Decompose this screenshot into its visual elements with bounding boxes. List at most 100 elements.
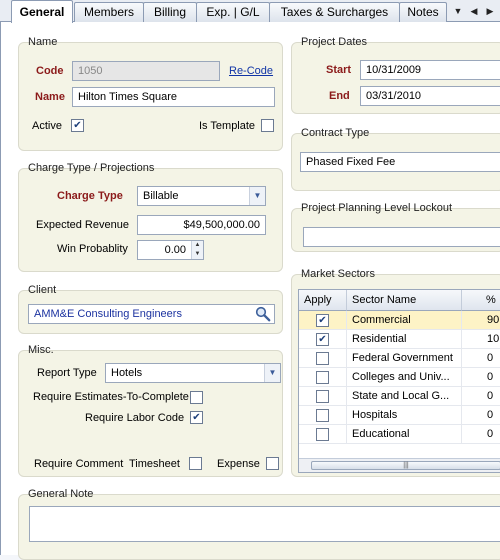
sector-percent[interactable]: 0 xyxy=(462,406,500,425)
tab-billing[interactable]: Billing xyxy=(143,2,197,22)
charge-type-select[interactable]: Billable ▼ xyxy=(137,186,266,206)
apply-checkbox[interactable]: ✔ xyxy=(316,314,329,327)
search-icon[interactable] xyxy=(255,306,271,322)
sector-percent[interactable]: 0 xyxy=(462,387,500,406)
sector-percent[interactable]: 0 xyxy=(462,425,500,444)
chevron-down-icon[interactable]: ▼ xyxy=(264,364,280,382)
table-row[interactable]: Hospitals 0 xyxy=(299,406,500,425)
sector-percent[interactable]: 0 xyxy=(462,368,500,387)
stepper-arrows-icon[interactable]: ▲ ▼ xyxy=(191,241,203,259)
is-template-checkbox[interactable] xyxy=(261,119,274,132)
name-field[interactable]: Hilton Times Square xyxy=(72,87,275,107)
general-note-group: General Note xyxy=(18,488,500,560)
charge-type-group-title: Charge Type / Projections xyxy=(28,162,155,174)
timesheet-label: Timesheet xyxy=(129,458,180,470)
misc-group-title: Misc. xyxy=(28,344,54,356)
chevron-down-icon[interactable]: ▼ xyxy=(249,187,265,205)
start-date-label: Start xyxy=(326,64,352,76)
report-type-select[interactable]: Hotels ▼ xyxy=(105,363,281,383)
start-date-field[interactable]: 10/31/2009 xyxy=(360,60,500,80)
timesheet-checkbox[interactable] xyxy=(189,457,202,470)
tab-taxes-surcharges[interactable]: Taxes & Surcharges xyxy=(269,2,400,22)
sector-name: Residential xyxy=(347,330,462,349)
chevron-right-icon[interactable]: ▶ xyxy=(483,3,497,19)
apply-checkbox[interactable] xyxy=(316,390,329,403)
apply-checkbox[interactable] xyxy=(316,428,329,441)
expected-revenue-field[interactable]: $49,500,000.00 xyxy=(137,215,266,235)
tab-notes[interactable]: Notes xyxy=(399,2,447,22)
contract-type-title: Contract Type xyxy=(301,127,370,139)
sector-percent[interactable]: 0 xyxy=(462,349,500,368)
market-sectors-group: Market Sectors Apply Sector Name % ✔ Com… xyxy=(291,268,500,477)
tab-general[interactable]: General xyxy=(11,0,73,23)
chevron-left-icon[interactable]: ◀ xyxy=(467,3,481,19)
sector-percent[interactable]: 90 xyxy=(462,311,500,330)
sector-percent[interactable]: 10 xyxy=(462,330,500,349)
column-header-apply[interactable]: Apply xyxy=(299,290,347,311)
require-estimates-checkbox[interactable] xyxy=(190,391,203,404)
active-label: Active xyxy=(32,120,62,132)
table-row[interactable]: ✔ Commercial 90 xyxy=(299,311,500,330)
market-sectors-title: Market Sectors xyxy=(301,268,375,280)
apply-checkbox[interactable] xyxy=(316,352,329,365)
active-checkbox[interactable]: ✔ xyxy=(71,119,84,132)
apply-checkbox[interactable] xyxy=(316,371,329,384)
expense-checkbox[interactable] xyxy=(266,457,279,470)
column-header-sector-name[interactable]: Sector Name xyxy=(347,290,462,311)
name-group-title: Name xyxy=(28,36,58,48)
code-field: 1050 xyxy=(72,61,220,81)
apply-checkbox[interactable]: ✔ xyxy=(316,333,329,346)
tab-members[interactable]: Members xyxy=(74,2,144,22)
code-label: Code xyxy=(36,65,64,77)
sector-name: Colleges and Univ... xyxy=(347,368,462,387)
recode-link[interactable]: Re-Code xyxy=(229,65,273,77)
sector-name: Hospitals xyxy=(347,406,462,425)
market-sectors-grid: Apply Sector Name % ✔ Commercial 90 ✔ Re… xyxy=(298,289,500,473)
horizontal-scrollbar[interactable]: ||| xyxy=(299,458,500,472)
require-comment-label: Require Comment xyxy=(34,458,124,470)
name-label: Name xyxy=(35,91,65,103)
require-labor-code-label: Require Labor Code xyxy=(85,412,185,424)
win-probability-stepper[interactable]: 0.00 ▲ ▼ xyxy=(137,240,204,260)
misc-group: Misc. Report Type Hotels ▼ Require Estim… xyxy=(18,344,283,477)
charge-type-group: Charge Type / Projections Charge Type Bi… xyxy=(18,162,283,272)
sector-name: State and Local G... xyxy=(347,387,462,406)
table-row[interactable]: ✔ Residential 10 xyxy=(299,330,500,349)
end-date-label: End xyxy=(329,90,350,102)
report-type-label: Report Type xyxy=(37,367,97,379)
contract-type-field[interactable]: Phased Fixed Fee xyxy=(300,152,500,172)
scrollbar-thumb[interactable]: ||| xyxy=(311,461,500,470)
planning-lockout-field[interactable] xyxy=(303,227,500,247)
is-template-label: Is Template xyxy=(199,120,256,132)
table-row[interactable]: Educational 0 xyxy=(299,425,500,444)
column-header-percent[interactable]: % xyxy=(462,290,500,311)
tab-bar: General Members Billing Exp. | G/L Taxes… xyxy=(0,0,500,23)
general-note-title: General Note xyxy=(28,488,94,500)
table-row[interactable]: Colleges and Univ... 0 xyxy=(299,368,500,387)
project-dates-title: Project Dates xyxy=(301,36,368,48)
project-dates-group: Project Dates Start 10/31/2009 End 03/31… xyxy=(291,36,500,114)
charge-type-value: Billable xyxy=(143,190,179,202)
sector-name: Federal Government xyxy=(347,349,462,368)
expected-revenue-label: Expected Revenue xyxy=(36,219,129,231)
sector-name: Educational xyxy=(347,425,462,444)
win-probability-label: Win Probablity xyxy=(57,243,128,255)
report-type-value: Hotels xyxy=(111,367,143,379)
contract-type-group: Contract Type Phased Fixed Fee xyxy=(291,127,500,191)
win-probability-value: 0.00 xyxy=(164,244,186,256)
table-row[interactable]: Federal Government 0 xyxy=(299,349,500,368)
require-estimates-label: Require Estimates-To-Complete xyxy=(33,391,189,403)
sector-name: Commercial xyxy=(347,311,462,330)
general-note-field[interactable] xyxy=(29,506,500,542)
require-labor-code-checkbox[interactable]: ✔ xyxy=(190,411,203,424)
planning-lockout-group: Project Planning Level Lockout xyxy=(291,202,500,252)
name-group: Name Code 1050 Re-Code Name Hilton Times… xyxy=(18,36,283,151)
apply-checkbox[interactable] xyxy=(316,409,329,422)
tab-exp-gl[interactable]: Exp. | G/L xyxy=(196,2,270,22)
client-group: Client AMM&E Consulting Engineers xyxy=(18,284,283,334)
client-field[interactable]: AMM&E Consulting Engineers xyxy=(28,304,275,324)
end-date-field[interactable]: 03/31/2010 xyxy=(360,86,500,106)
tab-menu-icon[interactable]: ▼ xyxy=(451,3,465,19)
planning-lockout-title: Project Planning Level Lockout xyxy=(301,202,453,214)
table-row[interactable]: State and Local G... 0 xyxy=(299,387,500,406)
